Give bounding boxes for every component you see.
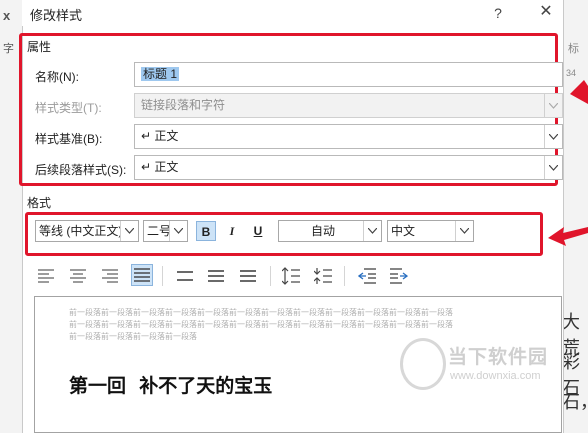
name-label: 名称(N): — [35, 70, 79, 84]
next-style-select[interactable]: ↵ 正文 — [134, 155, 563, 180]
font-color-select[interactable]: 自动 — [278, 220, 382, 242]
watermark-logo-icon — [400, 338, 446, 390]
based-on-select[interactable]: ↵ 正文 — [134, 124, 563, 149]
dropdown-arrow-icon — [544, 156, 562, 179]
question-icon: ? — [494, 5, 502, 21]
dropdown-arrow-icon — [455, 221, 473, 241]
preview-previous-paragraph: 前一段落前一段落前一段落前一段落前一段落前一段落前一段落前一段落前一段落前一段落… — [69, 307, 509, 343]
based-on-label: 样式基准(B): — [35, 132, 103, 146]
dropdown-arrow-icon — [544, 125, 562, 148]
background-right-panel: 标 34 大荒 彩石 石， — [562, 0, 588, 433]
background-fragment: 标 — [568, 43, 579, 55]
underline-button[interactable]: U — [248, 221, 268, 241]
font-size-select[interactable]: 二号 — [143, 220, 188, 242]
close-button[interactable]: ✕ — [534, 1, 558, 23]
align-right-icon[interactable] — [102, 269, 118, 283]
format-section-label: 格式 — [27, 196, 52, 210]
background-fragment: 石， — [562, 392, 588, 412]
toolbar-divider — [162, 266, 163, 286]
style-type-value: 链接段落和字符 — [141, 98, 226, 112]
paragraph-toolbar — [34, 264, 564, 290]
based-on-value: ↵ 正文 — [141, 129, 179, 143]
paragraph-spacing-decrease-icon[interactable] — [314, 267, 332, 285]
font-size-value: 二号 — [147, 224, 172, 238]
next-style-label: 后续段落样式(S): — [35, 163, 127, 177]
line-spacing-half-icon[interactable] — [208, 270, 224, 282]
language-select[interactable]: 中文 — [387, 220, 474, 242]
red-arrow-icon — [548, 227, 588, 246]
italic-button[interactable]: I — [222, 221, 242, 241]
dialog-titlebar — [22, 0, 562, 26]
style-type-label: 样式类型(T): — [35, 101, 102, 115]
style-type-select[interactable]: 链接段落和字符 — [134, 93, 563, 118]
line-spacing-double-icon[interactable] — [240, 270, 256, 282]
line-spacing-single-icon[interactable] — [177, 270, 193, 282]
bold-button[interactable]: B — [196, 221, 216, 241]
watermark-url: www.downxia.com — [450, 370, 541, 382]
font-color-value: 自动 — [310, 224, 335, 238]
font-value: 等线 (中文正文) — [39, 224, 123, 238]
align-justify-button[interactable] — [131, 264, 153, 286]
dropdown-arrow-icon — [120, 221, 138, 241]
next-style-value: ↵ 正文 — [141, 160, 179, 174]
help-button[interactable]: ? — [486, 2, 510, 24]
preview-heading: 第一回 补不了天的宝玉 — [69, 375, 273, 397]
watermark-name: 当下软件园 — [448, 347, 549, 368]
preview-prev-line: 前一段落前一段落前一段落前一段落前一段落前一段落前一段落前一段落前一段落前一段落… — [69, 308, 453, 317]
red-arrow-icon — [570, 80, 588, 104]
font-select[interactable]: 等线 (中文正文) — [35, 220, 139, 242]
indent-increase-icon[interactable] — [390, 268, 408, 284]
name-input[interactable]: 标题 1 — [134, 62, 563, 87]
dropdown-arrow-icon — [544, 94, 562, 117]
properties-section-label: 属性 — [27, 40, 52, 54]
preview-prev-line: 前一段落前一段落前一段落前一段落 — [69, 332, 197, 341]
background-fragment: x — [3, 8, 11, 23]
dropdown-arrow-icon — [169, 221, 187, 241]
language-value: 中文 — [391, 224, 416, 238]
background-fragment: 34 — [566, 68, 577, 78]
preview-prev-line: 前一段落前一段落前一段落前一段落前一段落前一段落前一段落前一段落前一段落前一段落… — [69, 320, 453, 329]
align-justify-icon — [134, 268, 150, 282]
background-fragment: 字 — [3, 43, 14, 55]
toolbar-divider — [270, 266, 271, 286]
align-center-icon[interactable] — [70, 269, 86, 283]
close-icon: ✕ — [539, 3, 553, 20]
indent-decrease-icon[interactable] — [358, 268, 376, 284]
dropdown-arrow-icon — [363, 221, 381, 241]
dialog-title: 修改样式 — [30, 8, 83, 23]
paragraph-spacing-increase-icon[interactable] — [282, 267, 300, 285]
name-value: 标题 1 — [141, 67, 180, 81]
toolbar-divider — [344, 266, 345, 286]
align-left-icon[interactable] — [38, 269, 54, 283]
